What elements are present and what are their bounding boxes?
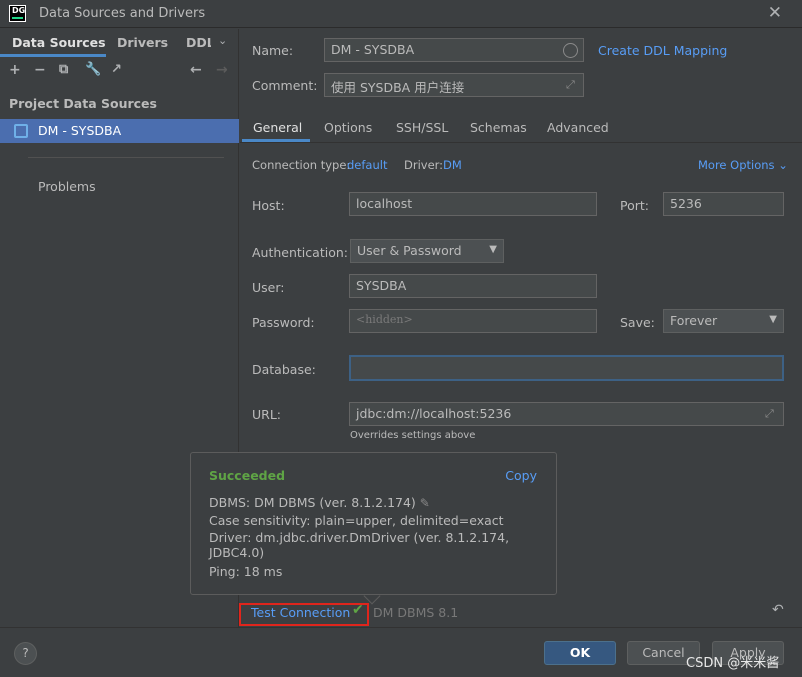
more-options-link[interactable]: More Options ⌄ [698,158,788,172]
url-value: jdbc:dm://localhost:5236 [356,406,512,421]
database-input[interactable] [349,355,784,381]
case-sensitivity-line: Case sensitivity: plain=upper, delimited… [209,513,504,528]
wrench-icon[interactable]: 🔧 [85,62,101,77]
dbms-line: DBMS: DM DBMS (ver. 8.1.2.174) ✎ [209,495,430,510]
ok-button[interactable]: OK [544,641,616,665]
ping-line: Ping: 18 ms [209,564,283,579]
arrow-right-icon[interactable]: → [216,62,228,78]
window-title: Data Sources and Drivers [39,6,206,21]
url-input[interactable]: jdbc:dm://localhost:5236 [349,402,784,426]
host-value: localhost [356,196,413,211]
port-label: Port: [620,198,649,213]
left-toolbar: + − ⧉ 🔧 ↗ ← → [0,62,239,84]
save-value: Forever [670,313,718,328]
password-label: Password: [252,315,315,330]
host-label: Host: [252,198,285,213]
password-input[interactable]: <hidden> [349,309,597,333]
user-label: User: [252,280,285,295]
dropdown-arrow-icon: ▼ [769,314,777,325]
tab-data-sources[interactable]: Data Sources [12,35,106,50]
external-link-icon[interactable]: ↗ [111,62,122,77]
chevron-down-icon: ⌄ [778,158,788,172]
data-source-item[interactable]: DM - SYSDBA [0,119,239,143]
driver-line: Driver: dm.jdbc.driver.DmDriver (ver. 8.… [209,530,510,560]
project-data-sources-heading: Project Data Sources [9,96,157,111]
help-button[interactable]: ? [14,642,37,665]
copy-link[interactable]: Copy [505,468,537,483]
port-input[interactable]: 5236 [663,192,784,216]
dbms-text: DBMS: DM DBMS (ver. 8.1.2.174) [209,495,416,510]
tab-drivers[interactable]: Drivers [117,35,168,50]
save-select[interactable]: Forever ▼ [663,309,784,333]
color-picker-icon[interactable] [563,43,578,58]
password-value: <hidden> [356,313,413,326]
tab-ddl[interactable]: DDL [186,35,211,50]
create-ddl-mapping-link[interactable]: Create DDL Mapping [598,43,727,58]
driver-label: Driver: [404,158,444,172]
url-label: URL: [252,407,282,422]
checkmark-icon: ✔ [352,602,364,618]
revert-icon[interactable]: ↶ [772,602,784,618]
authentication-select[interactable]: User & Password ▼ [350,239,504,263]
expand-icon[interactable]: ⤢ [566,78,575,92]
dm-database-icon [14,124,28,138]
name-label: Name: [252,43,294,58]
arrow-left-icon[interactable]: ← [190,62,202,78]
authentication-label: Authentication: [252,245,348,260]
close-icon[interactable]: ✕ [768,3,782,23]
datagrip-logo-icon: DG [9,5,26,22]
problems-item[interactable]: Problems [38,179,96,194]
name-input[interactable]: DM - SYSDBA [324,38,584,62]
save-label: Save: [620,315,655,330]
bottom-bar: ? OK Cancel Apply CSDN @米米酱 [0,627,802,677]
connection-type-label: Connection type: [252,158,351,172]
divider [28,157,224,158]
popup-title: Succeeded [209,468,286,483]
tab-advanced[interactable]: Advanced [547,120,609,135]
user-input[interactable]: SYSDBA [349,274,597,298]
title-bar: DG Data Sources and Drivers ✕ [0,0,802,28]
more-options-label: More Options [698,158,775,172]
user-value: SYSDBA [356,278,407,293]
tab-ssh-ssl[interactable]: SSH/SSL [396,120,448,135]
connection-type-link[interactable]: default [347,158,387,172]
data-source-label: DM - SYSDBA [38,123,122,138]
db-version-label: DM DBMS 8.1 [373,605,459,620]
active-tab-indicator [0,54,106,57]
authentication-value: User & Password [357,243,462,258]
url-hint: Overrides settings above [350,430,476,441]
remove-icon[interactable]: − [34,62,46,78]
pencil-icon[interactable]: ✎ [420,496,430,510]
add-icon[interactable]: + [9,62,21,78]
chevron-down-icon[interactable]: ⌄ [218,34,227,47]
duplicate-icon[interactable]: ⧉ [59,62,68,77]
comment-input[interactable]: 使用 SYSDBA 用户连接 [324,73,584,97]
active-tab-indicator [242,139,310,142]
host-input[interactable]: localhost [349,192,597,216]
port-value: 5236 [670,196,702,211]
expand-icon[interactable]: ⤢ [765,407,774,421]
database-label: Database: [252,362,316,377]
connection-result-popup: Succeeded Copy DBMS: DM DBMS (ver. 8.1.2… [190,452,557,595]
left-tabs: Data Sources Drivers DDL ⌄ [0,29,238,57]
tab-options[interactable]: Options [324,120,372,135]
watermark: CSDN @米米酱 [686,656,780,671]
driver-link[interactable]: DM [443,158,462,172]
name-value: DM - SYSDBA [331,42,415,57]
settings-tabs: General Options SSH/SSL Schemas Advanced [240,112,802,143]
tab-general[interactable]: General [253,120,302,135]
tab-schemas[interactable]: Schemas [470,120,527,135]
dropdown-arrow-icon: ▼ [489,244,497,255]
comment-value: 使用 SYSDBA 用户连接 [331,80,465,95]
comment-label: Comment: [252,78,318,93]
test-connection-link[interactable]: Test Connection [251,605,350,620]
